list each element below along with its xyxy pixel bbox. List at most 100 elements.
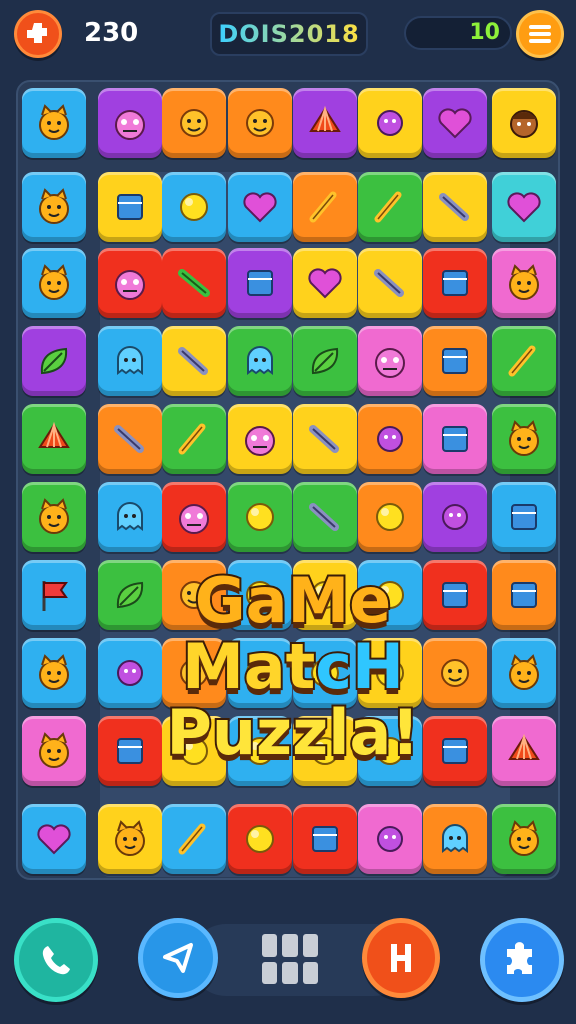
tile[interactable]: [423, 804, 487, 874]
tile[interactable]: [492, 248, 556, 318]
tile[interactable]: [98, 172, 162, 242]
tile[interactable]: [358, 248, 422, 318]
tile[interactable]: [423, 248, 487, 318]
tile[interactable]: [492, 716, 556, 786]
tile[interactable]: [228, 326, 292, 396]
tile[interactable]: [98, 482, 162, 552]
cat-icon: [509, 820, 539, 856]
bone-icon: [178, 423, 206, 455]
ball-icon: [376, 503, 404, 531]
tile[interactable]: [98, 804, 162, 874]
cat-icon: [115, 820, 145, 856]
tile[interactable]: [22, 172, 86, 242]
tile[interactable]: [22, 248, 86, 318]
shell-icon: [38, 421, 70, 448]
leaf-icon: [40, 347, 68, 375]
tile[interactable]: [492, 404, 556, 474]
ball-icon: [180, 193, 208, 221]
tile[interactable]: [228, 248, 292, 318]
cat-icon: [509, 420, 539, 456]
send-arrow-icon: [163, 943, 193, 973]
tile[interactable]: [492, 326, 556, 396]
tile[interactable]: [293, 248, 357, 318]
flower-icon: [442, 504, 468, 530]
logo-line-2a: Mat: [180, 630, 317, 703]
tile[interactable]: [162, 804, 226, 874]
tile[interactable]: [358, 482, 422, 552]
tile[interactable]: [492, 482, 556, 552]
tile[interactable]: [98, 88, 162, 158]
tile[interactable]: [22, 404, 86, 474]
tile[interactable]: [22, 482, 86, 552]
ghost-icon: [442, 824, 468, 853]
send-button[interactable]: [138, 918, 218, 998]
tile[interactable]: [98, 326, 162, 396]
tile[interactable]: [423, 172, 487, 242]
puzzle-button[interactable]: [480, 918, 564, 1002]
tile[interactable]: [22, 88, 86, 158]
tile[interactable]: [293, 172, 357, 242]
grid-cell: [302, 961, 318, 984]
menu-button[interactable]: [516, 10, 564, 58]
tile[interactable]: [423, 404, 487, 474]
tile[interactable]: [162, 88, 226, 158]
tile[interactable]: [162, 482, 226, 552]
tile[interactable]: [492, 804, 556, 874]
tile[interactable]: [492, 638, 556, 708]
tool-icon: [309, 425, 339, 453]
tile[interactable]: [22, 638, 86, 708]
heart-icon: [507, 192, 541, 223]
tile[interactable]: [22, 804, 86, 874]
tile[interactable]: [358, 804, 422, 874]
flower-icon: [377, 826, 403, 852]
phone-icon: [42, 946, 70, 975]
tile[interactable]: [22, 560, 86, 630]
h-button[interactable]: [362, 918, 440, 998]
tile[interactable]: [358, 326, 422, 396]
tile[interactable]: [293, 326, 357, 396]
tile[interactable]: [228, 482, 292, 552]
tool-icon: [178, 347, 208, 375]
tile[interactable]: [22, 716, 86, 786]
box-icon: [442, 426, 468, 452]
tile[interactable]: [162, 172, 226, 242]
ball-icon: [246, 825, 274, 853]
monster-icon: [375, 348, 405, 378]
tile[interactable]: [293, 804, 357, 874]
puzzle-piece-icon: [507, 942, 532, 974]
monster-icon: [179, 504, 209, 534]
tile[interactable]: [358, 88, 422, 158]
tile[interactable]: [228, 404, 292, 474]
settings-button[interactable]: [14, 10, 62, 58]
tile[interactable]: [293, 482, 357, 552]
tile[interactable]: [492, 560, 556, 630]
tile[interactable]: [423, 326, 487, 396]
flower-icon: [377, 110, 403, 136]
call-button[interactable]: [14, 918, 98, 1002]
tile[interactable]: [98, 404, 162, 474]
tile[interactable]: [492, 172, 556, 242]
ghost-icon: [247, 346, 273, 375]
tile[interactable]: [162, 326, 226, 396]
heart-icon: [308, 268, 342, 299]
cat-icon: [39, 188, 69, 224]
bone-icon: [309, 191, 337, 223]
tile[interactable]: [228, 88, 292, 158]
tile[interactable]: [228, 804, 292, 874]
tile[interactable]: [98, 248, 162, 318]
tile[interactable]: [423, 482, 487, 552]
grid-button[interactable]: [262, 934, 318, 984]
tile[interactable]: [293, 88, 357, 158]
tile[interactable]: [423, 88, 487, 158]
sun-icon: [246, 109, 274, 137]
tile[interactable]: [492, 88, 556, 158]
tile[interactable]: [228, 172, 292, 242]
hamburger-menu-icon: [529, 25, 551, 43]
tile[interactable]: [162, 248, 226, 318]
shell-icon: [508, 733, 540, 760]
tile[interactable]: [358, 172, 422, 242]
tile[interactable]: [22, 326, 86, 396]
tile[interactable]: [358, 404, 422, 474]
tile[interactable]: [162, 404, 226, 474]
tile[interactable]: [293, 404, 357, 474]
